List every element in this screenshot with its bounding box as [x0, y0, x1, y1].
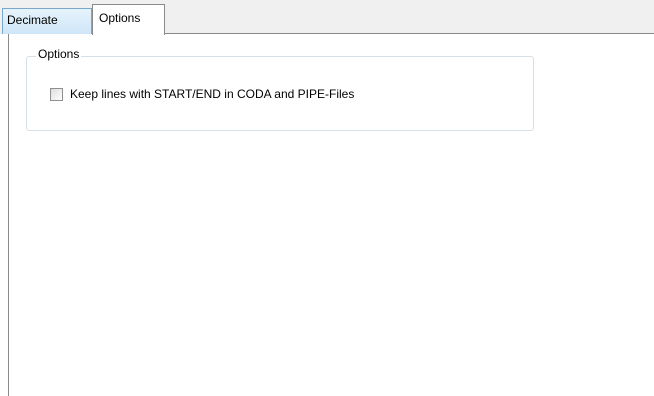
tab-options[interactable]: Options — [92, 4, 165, 35]
options-group-title: Options — [36, 47, 82, 62]
tab-strip: Decimate Options — [0, 0, 654, 35]
tab-decimate[interactable]: Decimate — [2, 8, 92, 34]
keep-lines-option[interactable]: Keep lines with START/END in CODA and PI… — [50, 85, 354, 103]
keep-lines-checkbox[interactable] — [50, 87, 63, 101]
keep-lines-label[interactable]: Keep lines with START/END in CODA and PI… — [70, 86, 354, 102]
options-dialog: Decimate Options Options Keep lines with… — [0, 0, 654, 396]
